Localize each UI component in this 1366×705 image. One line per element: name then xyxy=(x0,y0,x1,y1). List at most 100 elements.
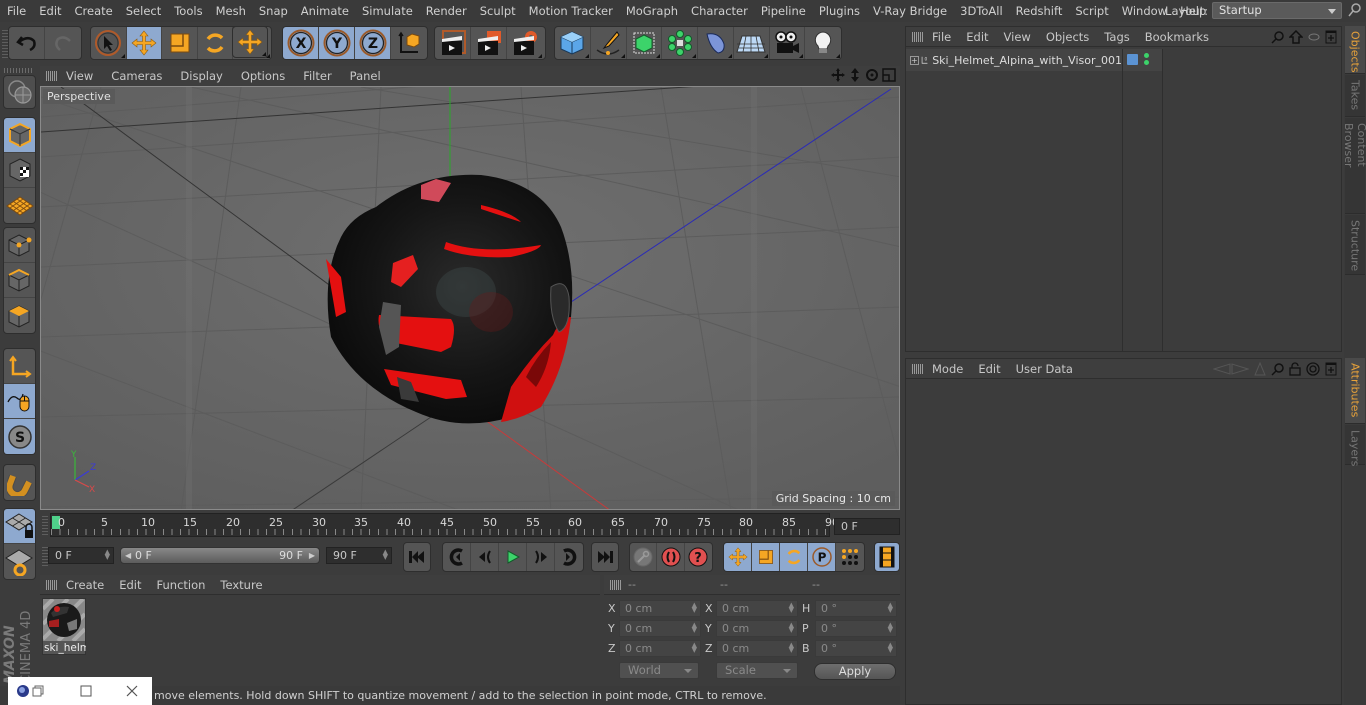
render-settings-button[interactable] xyxy=(507,27,543,59)
texture-mode-button[interactable] xyxy=(4,153,35,188)
menu-plugins[interactable]: Plugins xyxy=(812,4,866,18)
size-x-field[interactable]: 0 cm ▲ ▼ xyxy=(716,600,798,617)
zoom-view-icon[interactable] xyxy=(848,68,862,82)
material-manager-grip[interactable] xyxy=(46,579,58,590)
workplane-snap-button[interactable] xyxy=(4,544,35,579)
viewport-grip[interactable] xyxy=(46,71,58,81)
record-key-button[interactable] xyxy=(630,543,658,571)
viewport-menu-filter[interactable]: Filter xyxy=(295,69,341,83)
goto-start-button[interactable] xyxy=(404,543,430,571)
attribute-menu-edit[interactable]: Edit xyxy=(970,362,1007,376)
coordinate-system-button[interactable] xyxy=(391,27,427,59)
menu-3dtoall[interactable]: 3DToAll xyxy=(953,4,1009,18)
goto-end-button[interactable] xyxy=(592,543,618,571)
move-tool-button[interactable] xyxy=(126,27,163,59)
editor-visibility-dot[interactable] xyxy=(1144,53,1149,58)
rot-b-field[interactable]: 0 ° ▲ ▼ xyxy=(815,640,897,657)
home-icon[interactable] xyxy=(1289,30,1303,44)
points-mode-button[interactable] xyxy=(4,228,35,263)
pen-spline-button[interactable] xyxy=(591,27,627,59)
scale-tool-button[interactable] xyxy=(162,27,198,59)
material-swatch[interactable]: ski_helm xyxy=(41,597,87,655)
spin-arrows-icon[interactable]: ▲ ▼ xyxy=(888,622,893,634)
last-used-tool-button[interactable] xyxy=(232,26,268,58)
prev-key-button[interactable] xyxy=(443,543,471,571)
cube-button[interactable] xyxy=(555,27,591,59)
tweak-mode-button[interactable] xyxy=(4,384,35,419)
spin-arrows-icon[interactable]: ▲ ▼ xyxy=(789,622,794,634)
tab-layers[interactable]: Layers xyxy=(1345,425,1365,466)
layout-dropdown[interactable]: Startup xyxy=(1212,2,1342,19)
preview-range-slider[interactable]: ◀ 0 F 90 F ▶ xyxy=(120,547,320,564)
rot-p-field[interactable]: 0 ° ▲ ▼ xyxy=(815,620,897,637)
solo-mode-button[interactable]: S xyxy=(4,419,35,454)
viewport-menu-cameras[interactable]: Cameras xyxy=(103,69,172,83)
pan-view-icon[interactable] xyxy=(831,68,845,82)
object-menu-edit[interactable]: Edit xyxy=(958,30,995,44)
deformer-button[interactable] xyxy=(698,27,734,59)
rot-h-field[interactable]: 0 ° ▲ ▼ xyxy=(815,600,897,617)
material-menu-create[interactable]: Create xyxy=(58,578,111,592)
perspective-viewport[interactable]: Y Z X Perspective Grid Spacing : 10 cm xyxy=(40,86,900,510)
object-name[interactable]: Ski_Helmet_Alpina_with_Visor_001 xyxy=(932,54,1122,67)
expand-icon[interactable]: + xyxy=(910,55,919,65)
spin-arrows-icon[interactable]: ▲ ▼ xyxy=(692,602,697,614)
cloner-button[interactable] xyxy=(662,27,698,59)
search-icon[interactable] xyxy=(1271,362,1284,376)
make-editable-button[interactable] xyxy=(4,76,35,108)
lock-icon[interactable] xyxy=(1289,362,1301,376)
menu-motion-tracker[interactable]: Motion Tracker xyxy=(522,4,619,18)
x-axis-lock-button[interactable]: X xyxy=(283,27,319,59)
workplane-mode-button[interactable] xyxy=(4,188,35,223)
menu-mesh[interactable]: Mesh xyxy=(209,4,252,18)
range-right-arrow-icon[interactable]: ▶ xyxy=(309,548,315,563)
menu-file[interactable]: File xyxy=(0,4,32,18)
tab-attributes[interactable]: Attributes xyxy=(1345,358,1365,424)
object-menu-objects[interactable]: Objects xyxy=(1038,30,1096,44)
next-frame-button[interactable] xyxy=(527,543,555,571)
left-toolbar-grip[interactable] xyxy=(4,68,34,73)
spin-arrows-icon[interactable]: ▲ ▼ xyxy=(789,642,794,654)
size-y-field[interactable]: 0 cm ▲ ▼ xyxy=(716,620,798,637)
restore-icon[interactable] xyxy=(32,685,44,697)
end-frame-field[interactable]: 90 F ▲ ▼ xyxy=(326,547,392,564)
render-picture-viewer-button[interactable] xyxy=(471,27,507,59)
timeline-grip[interactable] xyxy=(42,515,48,535)
menu-character[interactable]: Character xyxy=(684,4,754,18)
menu-vray-bridge[interactable]: V-Ray Bridge xyxy=(866,4,953,18)
redo-button[interactable] xyxy=(45,27,81,59)
model-mode-button[interactable] xyxy=(4,118,35,153)
menu-redshift[interactable]: Redshift xyxy=(1009,4,1069,18)
object-menu-tags[interactable]: Tags xyxy=(1096,30,1136,44)
z-axis-lock-button[interactable]: Z xyxy=(355,27,391,59)
size-z-field[interactable]: 0 cm ▲ ▼ xyxy=(716,640,798,657)
menu-mograph[interactable]: MoGraph xyxy=(619,4,684,18)
start-frame-field[interactable]: 0 F ▲ ▼ xyxy=(48,547,114,564)
rotate-tool-button[interactable] xyxy=(198,27,234,59)
axis-mode-button[interactable] xyxy=(4,349,35,384)
menu-script[interactable]: Script xyxy=(1068,4,1114,18)
floor-button[interactable] xyxy=(734,27,770,59)
key-scale-button[interactable] xyxy=(752,543,780,571)
pos-y-field[interactable]: 0 cm ▲ ▼ xyxy=(619,620,701,637)
menu-render[interactable]: Render xyxy=(419,4,473,18)
render-visibility-dot[interactable] xyxy=(1144,60,1149,65)
object-menu-file[interactable]: File xyxy=(924,30,958,44)
menu-edit[interactable]: Edit xyxy=(32,4,67,18)
viewport-menu-view[interactable]: View xyxy=(58,69,103,83)
workplane-lock-button[interactable] xyxy=(4,509,35,544)
target-icon[interactable] xyxy=(1306,362,1320,376)
menu-select[interactable]: Select xyxy=(119,4,167,18)
tab-objects[interactable]: Objects xyxy=(1345,26,1365,74)
spin-arrows-icon[interactable]: ▲ ▼ xyxy=(888,642,893,654)
y-axis-lock-button[interactable]: Y xyxy=(319,27,355,59)
tab-takes[interactable]: Takes xyxy=(1345,75,1365,117)
close-icon[interactable] xyxy=(126,685,138,697)
menu-pipeline[interactable]: Pipeline xyxy=(754,4,812,18)
spin-arrows-icon[interactable]: ▲ ▼ xyxy=(105,549,110,561)
light-button[interactable] xyxy=(805,27,841,59)
render-view-button[interactable] xyxy=(435,27,471,59)
spin-arrows-icon[interactable]: ▲ ▼ xyxy=(383,549,388,561)
new-window-icon[interactable] xyxy=(1325,30,1337,44)
attribute-menu-mode[interactable]: Mode xyxy=(924,362,970,376)
